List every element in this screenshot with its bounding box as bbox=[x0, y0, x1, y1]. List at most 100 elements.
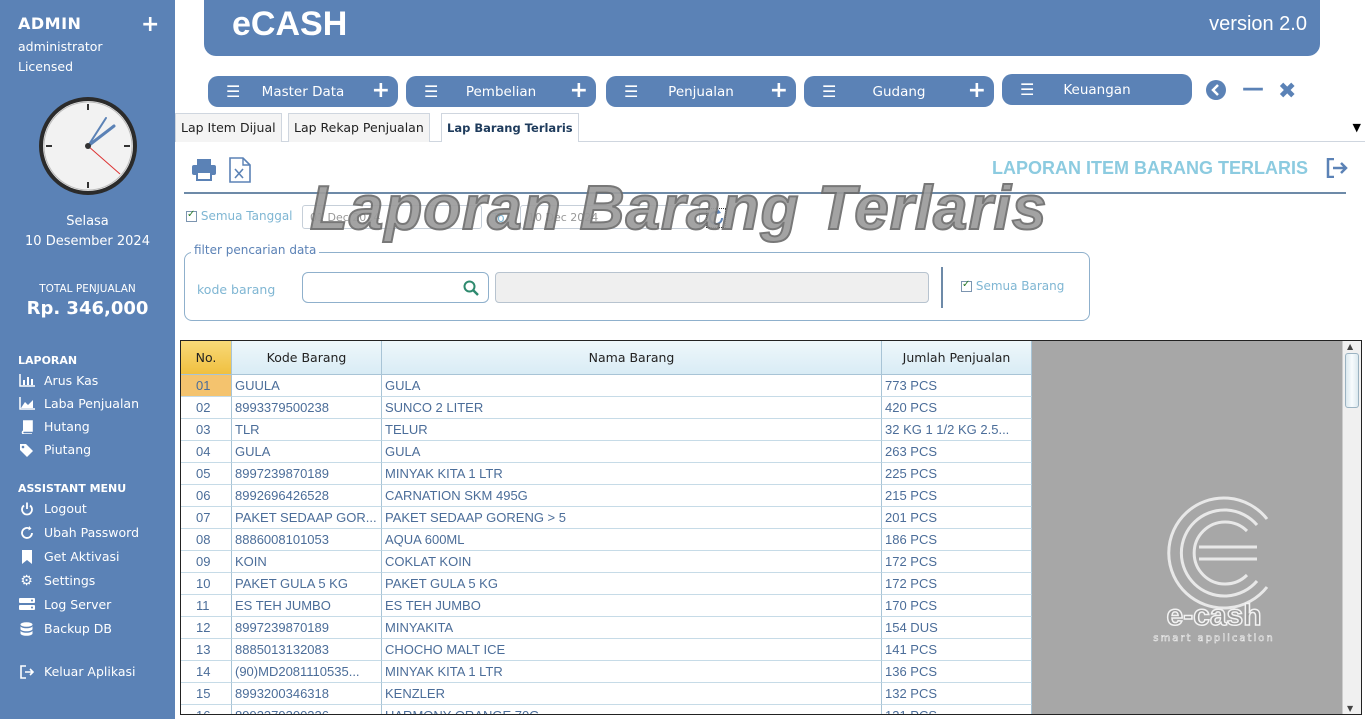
cell-nama-barang: KENZLER bbox=[382, 683, 882, 705]
kode-barang-input[interactable] bbox=[302, 272, 489, 303]
table-row[interactable]: 15 8993200346318 KENZLER 132 PCS bbox=[181, 683, 1032, 705]
scroll-down-icon[interactable]: ▼ bbox=[1347, 704, 1353, 713]
sidebar-item-backup-db[interactable]: Backup DB bbox=[18, 621, 112, 636]
cell-no: 07 bbox=[181, 507, 232, 529]
sidebar-item-label: Keluar Aplikasi bbox=[44, 664, 136, 679]
cell-kode-barang: 8992696426528 bbox=[232, 485, 382, 507]
semua-barang-label: Semua Barang bbox=[975, 279, 1065, 293]
sidebar-item-piutang[interactable]: Piutang bbox=[18, 442, 91, 457]
exit-report-icon[interactable] bbox=[1326, 157, 1348, 179]
sidebar-item-label: Ubah Password bbox=[44, 525, 140, 540]
sidebar-item-get-aktivasi[interactable]: Get Aktivasi bbox=[18, 549, 119, 564]
table-row[interactable]: 02 8993379500238 SUNCO 2 LITER 420 PCS bbox=[181, 397, 1032, 419]
column-header-jumlah[interactable]: Jumlah Penjualan bbox=[882, 341, 1032, 375]
gear-icon: ⚙ bbox=[20, 572, 33, 589]
table-row[interactable]: 03 TLR TELUR 32 KG 1 1/2 KG 2.5... bbox=[181, 419, 1032, 441]
excel-export-icon[interactable] bbox=[229, 157, 251, 187]
table-row[interactable]: 01 GUULA GULA 773 PCS bbox=[181, 375, 1032, 397]
back-icon[interactable] bbox=[1205, 79, 1227, 107]
menu-pembelian[interactable]: ☰ Pembelian + bbox=[406, 76, 596, 107]
tab-lap-rekap-penjualan[interactable]: Lap Rekap Penjualan bbox=[288, 113, 430, 142]
menu-penjualan[interactable]: ☰ Penjualan + bbox=[606, 76, 796, 107]
table-row[interactable]: 04 GULA GULA 263 PCS bbox=[181, 441, 1032, 463]
column-header-kode[interactable]: Kode Barang bbox=[232, 341, 382, 375]
close-icon[interactable]: ✖ bbox=[1278, 79, 1296, 104]
plus-icon: + bbox=[569, 78, 588, 103]
cell-nama-barang: PAKET GULA 5 KG bbox=[382, 573, 882, 595]
sidebar-item-keluar-aplikasi[interactable]: Keluar Aplikasi bbox=[18, 664, 136, 679]
menu-gudang[interactable]: ☰ Gudang + bbox=[804, 76, 994, 107]
semua-tanggal-checkbox[interactable]: Semua Tanggal bbox=[186, 209, 293, 223]
sidebar-item-ubah-password[interactable]: Ubah Password bbox=[18, 525, 139, 540]
column-header-nama[interactable]: Nama Barang bbox=[382, 341, 882, 375]
cell-nama-barang: PAKET SEDAAP GORENG > 5 bbox=[382, 507, 882, 529]
cell-nama-barang: TELUR bbox=[382, 419, 882, 441]
tab-lap-barang-terlaris[interactable]: Lap Barang Terlaris bbox=[441, 113, 579, 142]
sidebar-item-label: Backup DB bbox=[44, 621, 112, 636]
table-row[interactable]: 07 PAKET SEDAAP GOR... PAKET SEDAAP GORENG… bbox=[181, 507, 1032, 529]
logo-tagline: smart application bbox=[1153, 633, 1275, 645]
cell-no: 04 bbox=[181, 441, 232, 463]
cell-no: 03 bbox=[181, 419, 232, 441]
table-row[interactable]: 05 8997239870189 MINYAK KITA 1 LTR 225 PCS bbox=[181, 463, 1032, 485]
app-version: version 2.0 bbox=[1209, 13, 1307, 35]
menu-label: Keuangan bbox=[1063, 82, 1131, 98]
sidebar-item-log-server[interactable]: Log Server bbox=[18, 597, 111, 612]
total-sales-label: TOTAL PENJUALAN bbox=[39, 283, 136, 295]
column-header-no[interactable]: No. bbox=[181, 341, 232, 375]
table-row[interactable]: 14 (90)MD2081110535... MINYAK KITA 1 LTR 13… bbox=[181, 661, 1032, 683]
table-row[interactable]: 08 8886008101053 AQUA 600ML 186 PCS bbox=[181, 529, 1032, 551]
table-row[interactable]: 12 8997239870189 MINYAKITA 154 DUS bbox=[181, 617, 1032, 639]
lock-reset-icon bbox=[18, 525, 35, 540]
user-role: administrator bbox=[18, 39, 103, 54]
cell-no: 15 bbox=[181, 683, 232, 705]
cell-kode-barang: 8886008101053 bbox=[232, 529, 382, 551]
cell-jumlah-penjualan: 186 PCS bbox=[882, 529, 1032, 551]
cell-jumlah-penjualan: 263 PCS bbox=[882, 441, 1032, 463]
menu-master-data[interactable]: ☰ Master Data + bbox=[208, 76, 398, 107]
table-row[interactable]: 13 8885013132083 CHOCHO MALT ICE 141 PCS bbox=[181, 639, 1032, 661]
table-row[interactable]: 11 ES TEH JUMBO ES TEH JUMBO 170 PCS bbox=[181, 595, 1032, 617]
menu-keuangan[interactable]: ☰ Keuangan bbox=[1002, 74, 1192, 105]
table-row[interactable]: 06 8992696426528 CARNATION SKM 495G 215 PCS bbox=[181, 485, 1032, 507]
expand-plus-icon[interactable]: + bbox=[141, 12, 159, 37]
table-row[interactable]: 09 KOIN COKLAT KOIN 172 PCS bbox=[181, 551, 1032, 573]
checkbox-checked bbox=[186, 209, 197, 222]
table-row[interactable]: 10 PAKET GULA 5 KG PAKET GULA 5 KG 172 PCS bbox=[181, 573, 1032, 595]
sidebar-item-label: Get Aktivasi bbox=[44, 549, 120, 564]
tab-lap-item-dijual[interactable]: Lap Item Dijual bbox=[175, 113, 282, 142]
sidebar-item-logout[interactable]: Logout bbox=[18, 501, 87, 516]
cell-no: 01 bbox=[181, 375, 232, 397]
bar-chart-icon bbox=[18, 374, 35, 388]
cell-no: 05 bbox=[181, 463, 232, 485]
current-date: 10 Desember 2024 bbox=[25, 234, 150, 249]
sidebar-item-settings[interactable]: ⚙ Settings bbox=[18, 572, 96, 589]
cell-nama-barang: AQUA 600ML bbox=[382, 529, 882, 551]
cell-kode-barang: PAKET SEDAAP GOR... bbox=[232, 507, 382, 529]
scroll-up-icon[interactable]: ▲ bbox=[1347, 342, 1353, 351]
cell-kode-barang: KOIN bbox=[232, 551, 382, 573]
sidebar-item-arus-kas[interactable]: Arus Kas bbox=[18, 373, 98, 388]
minimize-icon[interactable]: — bbox=[1242, 76, 1264, 101]
semua-tanggal-label: Semua Tanggal bbox=[200, 209, 293, 223]
sidebar-item-hutang[interactable]: Hutang bbox=[18, 419, 90, 434]
sidebar-item-laba-penjualan[interactable]: Laba Penjualan bbox=[18, 396, 139, 411]
table-row[interactable]: 168993379300326HARMONY ORANGE 70G131 PCS bbox=[181, 705, 1032, 714]
report-table[interactable]: No. Kode Barang Nama Barang Jumlah Penju… bbox=[180, 340, 1362, 715]
sidebar-item-label: Laba Penjualan bbox=[44, 396, 140, 411]
cell-jumlah-penjualan: 172 PCS bbox=[882, 551, 1032, 573]
print-icon[interactable] bbox=[192, 159, 216, 185]
filter-separator bbox=[941, 267, 943, 308]
sidebar-item-label: Hutang bbox=[44, 419, 90, 434]
cell-kode-barang: PAKET GULA 5 KG bbox=[232, 573, 382, 595]
table-header: No. Kode Barang Nama Barang Jumlah Penju… bbox=[181, 341, 1032, 375]
cell-kode-barang: 8885013132083 bbox=[232, 639, 382, 661]
sidebar-item-label: Settings bbox=[44, 573, 96, 588]
search-icon[interactable] bbox=[463, 280, 479, 300]
vertical-scrollbar[interactable]: ▲ ▼ bbox=[1342, 341, 1361, 714]
scroll-thumb[interactable] bbox=[1345, 353, 1359, 408]
tab-dropdown-icon[interactable]: ▼ bbox=[1353, 121, 1361, 134]
semua-barang-checkbox[interactable]: Semua Barang bbox=[961, 279, 1064, 293]
cell-nama-barang: CARNATION SKM 495G bbox=[382, 485, 882, 507]
cell-kode-barang: 8993379500238 bbox=[232, 397, 382, 419]
